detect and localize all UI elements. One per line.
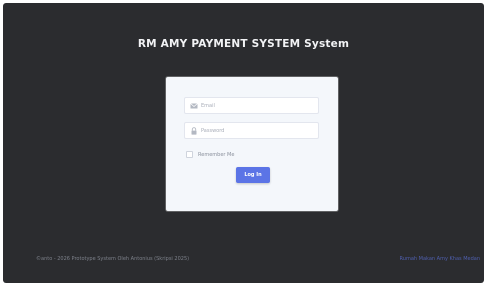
footer-brand-link[interactable]: Rumah Makan Amy Khas Medan <box>400 256 480 262</box>
lock-icon <box>191 127 197 135</box>
envelope-icon <box>190 103 198 109</box>
remember-me-label: Remember Me <box>198 151 235 158</box>
remember-me-checkbox[interactable] <box>186 151 193 158</box>
footer-copyright: ©anto - 2026 Prototype System Oleh Anton… <box>36 256 190 262</box>
password-input[interactable] <box>201 123 316 138</box>
remember-me[interactable]: Remember Me <box>186 151 234 158</box>
page-background: RM AMY PAYMENT SYSTEM System Remember Me… <box>3 3 484 283</box>
email-field[interactable] <box>184 97 319 114</box>
login-card: Remember Me Log In <box>166 77 338 211</box>
email-input[interactable] <box>201 98 316 113</box>
page-title: RM AMY PAYMENT SYSTEM System <box>137 38 350 50</box>
login-button[interactable]: Log In <box>236 167 270 183</box>
password-field[interactable] <box>184 122 319 139</box>
